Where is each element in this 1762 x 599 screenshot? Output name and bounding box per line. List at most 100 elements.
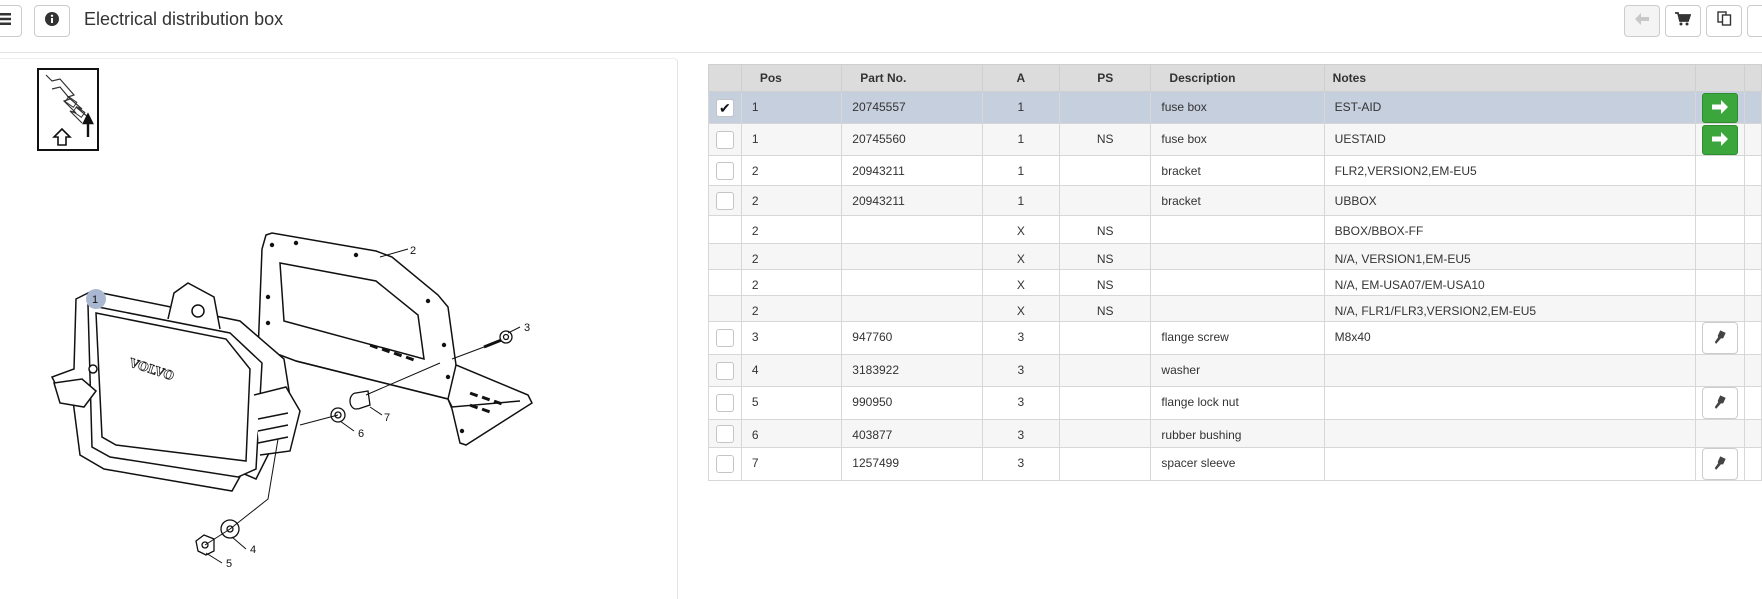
table-row[interactable]: 2 X NS N/A, FLR1/FLR3,VERSION2,EM-EU5 xyxy=(708,295,1762,322)
part-no-cell xyxy=(841,215,983,244)
arrow-left-icon xyxy=(1635,12,1649,30)
row-checkbox[interactable] xyxy=(715,161,734,180)
table-row[interactable]: 6 403877 3 rubber bushing xyxy=(708,419,1762,448)
table-row[interactable]: 2 20943211 1 bracket UBBOX xyxy=(708,185,1762,216)
pos-cell: 2 xyxy=(740,295,843,322)
page-title: Electrical distribution box xyxy=(84,9,284,29)
a-column-header[interactable]: A xyxy=(981,64,1061,92)
table-row[interactable]: 2 X NS N/A, EM-USA07/EM-USA10 xyxy=(708,269,1762,296)
part-no-cell xyxy=(841,295,983,322)
row-checkbox[interactable] xyxy=(715,455,734,473)
arrow-right-icon xyxy=(1712,131,1728,146)
callout-7[interactable]: 7 xyxy=(384,412,390,424)
row-checkbox[interactable] xyxy=(715,394,734,412)
table-row[interactable]: 2 X NS BBOX/BBOX-FF xyxy=(708,215,1762,244)
description-cell: bracket xyxy=(1150,155,1325,186)
callout-2[interactable]: 2 xyxy=(410,245,416,257)
extra-cell xyxy=(1743,155,1762,186)
extra-cell xyxy=(1743,419,1762,448)
callout-3[interactable]: 3 xyxy=(524,322,530,334)
table-row[interactable]: 1 20745560 1 NS fuse box UESTAID xyxy=(708,123,1762,156)
notes-cell: BBOX/BBOX-FF xyxy=(1323,215,1697,244)
torque-tool-button[interactable] xyxy=(1702,387,1738,419)
info-button[interactable] xyxy=(34,5,70,37)
table-row[interactable]: 2 X NS N/A, VERSION1,EM-EU5 xyxy=(708,243,1762,270)
callout-5[interactable]: 5 xyxy=(226,558,232,570)
part-no-column-header[interactable]: Part No. xyxy=(841,64,983,92)
extra-cell xyxy=(1743,269,1762,296)
notes-cell xyxy=(1323,447,1697,481)
table-row[interactable]: 5 990950 3 flange lock nut xyxy=(708,386,1762,420)
select-cell: ✔ xyxy=(708,91,742,124)
description-cell: flange screw xyxy=(1150,321,1325,355)
pos-cell: 2 xyxy=(740,269,843,296)
select-cell xyxy=(708,321,742,355)
pos-cell: 6 xyxy=(740,419,843,448)
cart-icon xyxy=(1675,11,1692,31)
table-row[interactable]: 2 20943211 1 bracket FLR2,VERSION2,EM-EU5 xyxy=(708,155,1762,186)
row-checkbox[interactable] xyxy=(715,329,734,347)
ps-cell: NS xyxy=(1059,123,1152,156)
description-column-header[interactable]: Description xyxy=(1150,64,1325,92)
notes-column-header[interactable]: Notes xyxy=(1323,64,1697,92)
extra-cell xyxy=(1743,354,1762,387)
pos-column-header[interactable]: Pos xyxy=(740,64,843,92)
action-cell xyxy=(1695,123,1745,156)
row-checkbox[interactable] xyxy=(715,191,734,210)
action-cell xyxy=(1695,295,1745,322)
row-checkbox[interactable] xyxy=(715,361,734,380)
row-checkbox[interactable] xyxy=(715,424,734,443)
select-cell xyxy=(708,269,742,296)
menu-icon xyxy=(0,12,11,30)
pos-cell: 5 xyxy=(740,386,843,420)
notes-cell: N/A, VERSION1,EM-EU5 xyxy=(1323,243,1697,270)
table-row[interactable]: 7 1257499 3 spacer sleeve xyxy=(708,447,1762,481)
a-cell: 3 xyxy=(981,321,1061,355)
back-button[interactable] xyxy=(1624,5,1660,37)
ps-cell: NS xyxy=(1059,269,1152,296)
extra-cell xyxy=(1743,447,1762,481)
notes-cell: EST-AID xyxy=(1323,91,1697,124)
a-cell: 1 xyxy=(981,91,1061,124)
a-cell: 3 xyxy=(981,354,1061,387)
ps-cell xyxy=(1059,354,1152,387)
part-no-cell: 20943211 xyxy=(841,155,983,186)
part-no-cell xyxy=(841,243,983,270)
extra-cell xyxy=(1743,185,1762,216)
part-no-cell: 3183922 xyxy=(841,354,983,387)
menu-button[interactable] xyxy=(0,5,22,37)
action-cell xyxy=(1695,447,1745,481)
torque-tool-button[interactable] xyxy=(1702,448,1738,480)
notes-cell: N/A, FLR1/FLR3,VERSION2,EM-EU5 xyxy=(1323,295,1697,322)
pos-cell: 3 xyxy=(740,321,843,355)
ps-column-header[interactable]: PS xyxy=(1059,64,1152,92)
more-button[interactable] xyxy=(1747,5,1762,37)
action-cell xyxy=(1695,321,1745,355)
action-cell xyxy=(1695,243,1745,270)
open-part-button[interactable] xyxy=(1702,124,1738,155)
part-no-cell: 20745560 xyxy=(841,123,983,156)
action-cell xyxy=(1695,419,1745,448)
action-cell xyxy=(1695,155,1745,186)
select-cell xyxy=(708,354,742,387)
open-part-button[interactable] xyxy=(1702,92,1738,123)
row-checkbox[interactable]: ✔ xyxy=(715,98,734,117)
callout-6[interactable]: 6 xyxy=(358,428,364,440)
description-cell xyxy=(1150,215,1325,244)
select-cell xyxy=(708,386,742,420)
table-row[interactable]: 3 947760 3 flange screw M8x40 xyxy=(708,321,1762,355)
row-checkbox[interactable] xyxy=(715,130,734,149)
notes-cell: FLR2,VERSION2,EM-EU5 xyxy=(1323,155,1697,186)
copy-button[interactable] xyxy=(1706,5,1742,37)
callout-1[interactable]: 1 xyxy=(92,294,98,306)
notes-cell xyxy=(1323,419,1697,448)
parts-table: Pos Part No. A PS Description Notes ✔ 1 20… xyxy=(708,64,1762,481)
table-row[interactable]: 4 3183922 3 washer xyxy=(708,354,1762,387)
select-cell xyxy=(708,295,742,322)
table-row[interactable]: ✔ 1 20745557 1 fuse box EST-AID xyxy=(708,91,1762,124)
description-cell xyxy=(1150,295,1325,322)
callout-4[interactable]: 4 xyxy=(250,544,256,556)
a-cell: X xyxy=(981,269,1061,296)
cart-button[interactable] xyxy=(1665,5,1701,37)
torque-tool-button[interactable] xyxy=(1702,322,1738,354)
